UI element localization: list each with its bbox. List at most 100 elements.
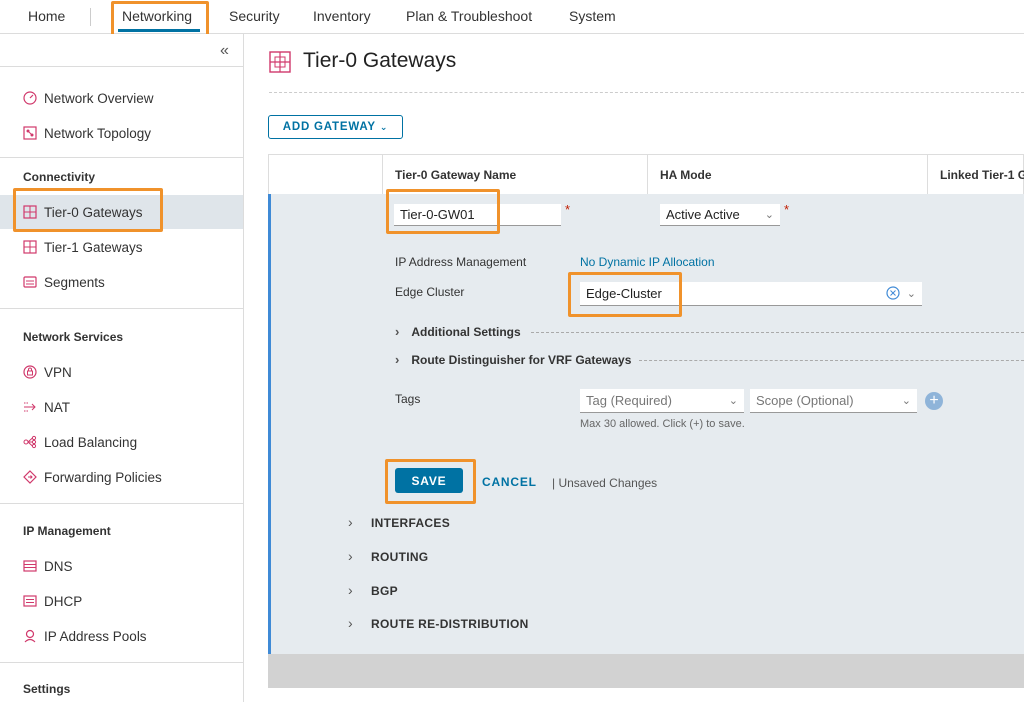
chevron-down-icon: ⌄ [906, 288, 916, 300]
dotted-divider [639, 360, 1024, 361]
tab-inventory[interactable]: Inventory [313, 8, 371, 24]
sidebar-item-tier0-gateways[interactable]: Tier-0 Gateways [0, 195, 243, 229]
topology-icon [22, 125, 38, 141]
sidebar-item-label: Network Overview [44, 90, 154, 106]
tags-helper-text: Max 30 allowed. Click (+) to save. [580, 418, 745, 430]
load-balancing-icon [22, 434, 38, 450]
chevron-right-icon: › [395, 352, 400, 367]
sidebar-item-dhcp[interactable]: DHCP [0, 584, 243, 618]
add-gateway-label: ADD GATEWAY [282, 121, 376, 133]
route-distinguisher-label: Route Distinguisher for VRF Gateways [411, 352, 632, 367]
sidebar-item-label: Tier-0 Gateways [44, 204, 143, 220]
edge-cluster-value: Edge-Cluster [586, 286, 662, 301]
tab-security[interactable]: Security [229, 8, 280, 24]
additional-settings-expander[interactable]: › Additional Settings [395, 324, 521, 339]
sidebar-item-vpn[interactable]: VPN [0, 355, 243, 389]
add-tag-plus-icon[interactable]: + [925, 392, 943, 410]
sidebar-item-tier1-gateways[interactable]: Tier-1 Gateways [0, 230, 243, 264]
grid-header: Tier-0 Gateway Name HA Mode Linked Tier-… [268, 154, 1024, 195]
gateway-icon [22, 204, 38, 220]
ha-mode-value: Active Active [666, 207, 740, 222]
clear-icon[interactable] [886, 286, 900, 303]
add-gateway-button[interactable]: ADD GATEWAY ⌄ [268, 115, 403, 139]
nat-icon [22, 399, 38, 415]
chevron-down-icon: ⌄ [728, 395, 738, 407]
tab-plan-troubleshoot[interactable]: Plan & Troubleshoot [406, 8, 532, 24]
sidebar-item-label: Network Topology [44, 125, 152, 141]
tab-system[interactable]: System [569, 8, 616, 24]
sidebar-divider [0, 157, 244, 158]
tab-networking[interactable]: Networking [122, 8, 192, 24]
dhcp-icon [22, 593, 38, 609]
sidebar-item-network-topology[interactable]: Network Topology [0, 116, 243, 150]
sidebar-section-connectivity: Connectivity [23, 170, 96, 184]
dns-icon [22, 558, 38, 574]
segments-icon [22, 274, 38, 290]
dotted-divider [531, 332, 1024, 333]
forwarding-icon [22, 469, 38, 485]
sidebar-item-network-overview[interactable]: Network Overview [0, 81, 243, 115]
chevron-right-icon[interactable]: › [348, 582, 353, 598]
chevron-right-icon[interactable]: › [348, 615, 353, 631]
ip-pool-icon [22, 628, 38, 644]
nav-separator [90, 8, 91, 26]
interfaces-section[interactable]: INTERFACES [371, 516, 450, 530]
scope-select[interactable]: Scope (Optional) ⌄ [750, 389, 917, 413]
sidebar-item-load-balancing[interactable]: Load Balancing [0, 425, 243, 459]
column-gateway-name[interactable]: Tier-0 Gateway Name [382, 155, 647, 195]
ipam-link[interactable]: No Dynamic IP Allocation [580, 255, 715, 269]
gateway-edit-panel: Tier-0-GW01 * Active Active ⌄ * IP Addre… [268, 194, 1024, 654]
sidebar-divider [0, 308, 244, 309]
chevron-down-icon: ⌄ [764, 209, 774, 221]
ha-mode-select[interactable]: Active Active ⌄ [660, 204, 780, 226]
tags-label: Tags [395, 392, 421, 406]
sidebar-section-ip-management: IP Management [23, 524, 111, 538]
top-navigation: Home Networking Security Inventory Plan … [0, 0, 1024, 34]
tag-select[interactable]: Tag (Required) ⌄ [580, 389, 744, 413]
chevron-right-icon[interactable]: › [348, 548, 353, 564]
gateway-icon [22, 239, 38, 255]
tab-home[interactable]: Home [28, 8, 65, 24]
sidebar-item-ip-address-pools[interactable]: IP Address Pools [0, 619, 243, 653]
edge-cluster-select[interactable]: Edge-Cluster ⌄ [580, 282, 922, 306]
route-distinguisher-expander[interactable]: › Route Distinguisher for VRF Gateways [395, 352, 631, 367]
sidebar-divider [0, 662, 244, 663]
gateway-name-input[interactable]: Tier-0-GW01 [394, 204, 561, 226]
vpn-icon [22, 364, 38, 380]
bgp-section[interactable]: BGP [371, 584, 398, 598]
required-marker: * [565, 202, 571, 217]
cancel-button[interactable]: CANCEL [482, 475, 537, 489]
routing-section[interactable]: ROUTING [371, 550, 428, 564]
sidebar-item-label: DNS [44, 558, 73, 574]
column-ha-mode[interactable]: HA Mode [647, 155, 927, 195]
sidebar-item-label: Segments [44, 274, 105, 290]
sidebar-divider [0, 503, 244, 504]
sidebar-item-label: DHCP [44, 593, 83, 609]
sidebar-item-dns[interactable]: DNS [0, 549, 243, 583]
scope-placeholder: Scope (Optional) [756, 393, 854, 408]
sidebar-section-settings: Settings [23, 682, 71, 696]
chevron-right-icon: › [395, 324, 400, 339]
chevron-right-icon[interactable]: › [348, 514, 353, 530]
gateway-icon [269, 51, 291, 78]
gateway-name-value: Tier-0-GW01 [400, 207, 475, 222]
sidebar-item-forwarding-policies[interactable]: Forwarding Policies [0, 460, 243, 494]
page-title: Tier-0 Gateways [303, 49, 457, 72]
edge-cluster-label: Edge Cluster [395, 285, 465, 299]
chevron-down-icon: ⌄ [901, 395, 911, 407]
chevron-down-icon: ⌄ [379, 121, 389, 132]
required-marker: * [784, 202, 790, 217]
save-button[interactable]: SAVE [395, 468, 463, 493]
main-content: Tier-0 Gateways ADD GATEWAY ⌄ Tier-0 Gat… [245, 34, 1024, 702]
additional-settings-label: Additional Settings [411, 324, 521, 339]
sidebar-item-nat[interactable]: NAT [0, 390, 243, 424]
route-redistribution-section[interactable]: ROUTE RE-DISTRIBUTION [371, 617, 529, 631]
collapse-sidebar-icon[interactable]: « [220, 42, 229, 60]
sidebar-section-network-services: Network Services [23, 330, 124, 344]
gauge-icon [22, 90, 38, 106]
tag-placeholder: Tag (Required) [586, 393, 672, 408]
sidebar: « Network Overview Network Topology Conn… [0, 34, 244, 702]
column-linked-tier1[interactable]: Linked Tier-1 G [927, 155, 1024, 195]
sidebar-item-label: VPN [44, 364, 72, 380]
sidebar-item-segments[interactable]: Segments [0, 265, 243, 299]
